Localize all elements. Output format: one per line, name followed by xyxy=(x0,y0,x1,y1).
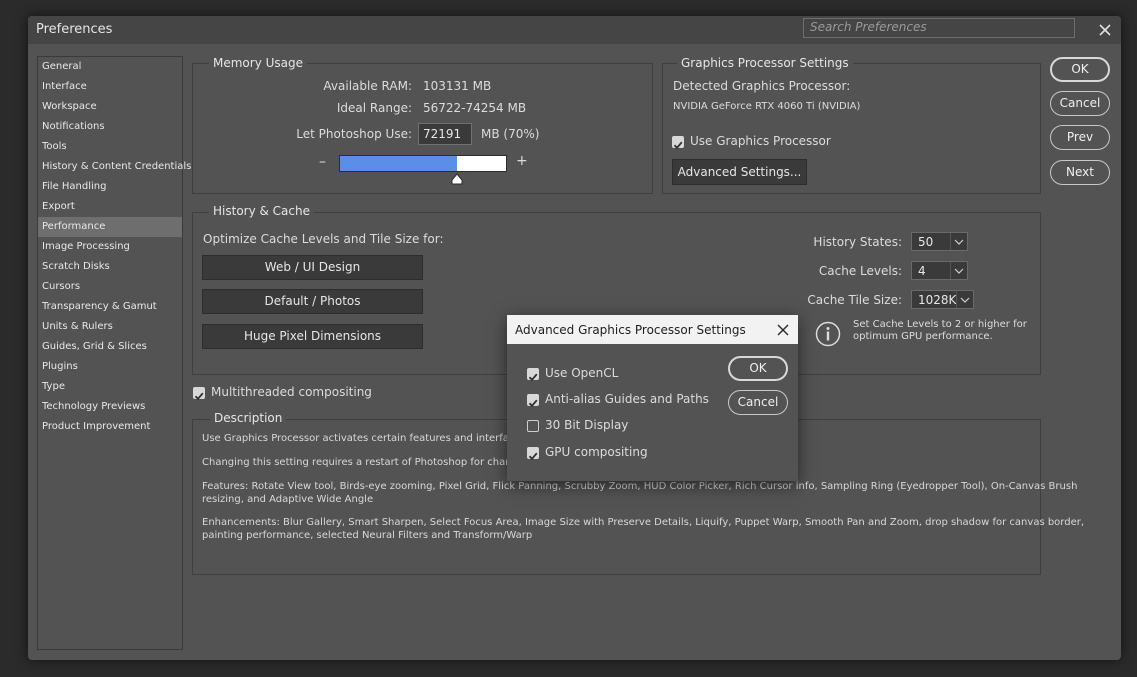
prev-button[interactable]: Prev xyxy=(1050,125,1110,150)
history-states-label: History States: xyxy=(813,235,902,249)
history-cache-legend: History & Cache xyxy=(209,204,314,218)
available-ram-value: 103131 MB xyxy=(423,79,492,93)
sidebar-item-image-processing[interactable]: Image Processing xyxy=(38,237,182,257)
sidebar-item-scratch-disks[interactable]: Scratch Disks xyxy=(38,257,182,277)
cache-levels-value: 4 xyxy=(918,264,926,278)
optimize-label: Optimize Cache Levels and Tile Size for: xyxy=(203,232,444,246)
anti-alias-guides-checkbox[interactable] xyxy=(527,394,539,408)
description-line: painting performance, selected Neural Fi… xyxy=(202,530,533,541)
description-line: resizing, and Adaptive Wide Angle xyxy=(202,494,374,505)
thirty-bit-display-label: 30 Bit Display xyxy=(545,418,629,432)
description-line: Enhancements: Blur Gallery, Smart Sharpe… xyxy=(202,517,1085,528)
multithreaded-compositing-checkbox[interactable] xyxy=(193,387,205,401)
dialog-ok-button[interactable]: OK xyxy=(728,356,788,381)
sidebar-item-notifications[interactable]: Notifications xyxy=(38,117,182,137)
history-states-value: 50 xyxy=(918,235,934,249)
description-line: Use Graphics Processor activates certain… xyxy=(202,433,549,444)
sidebar-item-tools[interactable]: Tools xyxy=(38,137,182,157)
cache-levels-label: Cache Levels: xyxy=(818,264,902,278)
gpu-compositing-label: GPU compositing xyxy=(545,445,648,459)
available-ram-label: Available RAM: xyxy=(323,79,412,93)
sidebar-item-file-handling[interactable]: File Handling xyxy=(38,177,182,197)
decrease-memory-button[interactable]: – xyxy=(319,154,326,170)
memory-use-unit: MB (70%) xyxy=(481,127,540,141)
memory-slider-thumb[interactable] xyxy=(451,173,463,185)
sidebar-item-units-rulers[interactable]: Units & Rulers xyxy=(38,317,182,337)
anti-alias-guides-label: Anti-alias Guides and Paths xyxy=(545,392,709,406)
info-icon xyxy=(815,321,841,347)
history-states-select[interactable]: 50 xyxy=(911,232,968,251)
category-sidebar: General Interface Workspace Notifications To… xyxy=(37,56,191,650)
close-icon xyxy=(777,324,789,336)
use-gpu-checkbox[interactable] xyxy=(672,136,684,150)
use-opencl-checkbox[interactable] xyxy=(527,368,539,382)
detected-gpu-label: Detected Graphics Processor: xyxy=(673,79,851,93)
dialog-title: Advanced Graphics Processor Settings xyxy=(515,323,746,337)
web-ui-design-button[interactable]: Web / UI Design xyxy=(202,255,423,280)
memory-slider-track[interactable] xyxy=(339,155,507,172)
checkmark-icon xyxy=(528,373,538,382)
chevron-down-icon xyxy=(956,291,973,308)
cache-tile-size-value: 1028K xyxy=(918,293,957,307)
memory-usage-legend: Memory Usage xyxy=(209,56,308,70)
thirty-bit-display-checkbox[interactable] xyxy=(527,420,539,432)
let-photoshop-use-label: Let Photoshop Use: xyxy=(296,127,412,141)
checkmark-icon xyxy=(528,452,538,461)
sidebar-item-plugins[interactable]: Plugins xyxy=(38,357,182,377)
description-line: Features: Rotate View tool, Birds-eye zo… xyxy=(202,481,1078,492)
graphics-processor-legend: Graphics Processor Settings xyxy=(677,56,853,70)
sidebar-item-interface[interactable]: Interface xyxy=(38,77,182,97)
chevron-down-icon xyxy=(950,262,967,279)
sidebar-item-transparency-gamut[interactable]: Transparency & Gamut xyxy=(38,297,182,317)
sidebar-item-type[interactable]: Type xyxy=(38,377,182,397)
cache-levels-select[interactable]: 4 xyxy=(911,261,968,280)
sidebar-item-performance[interactable]: Performance xyxy=(38,217,182,237)
gpu-compositing-checkbox[interactable] xyxy=(527,447,539,461)
advanced-gpu-settings-dialog: Advanced Graphics Processor Settings Use… xyxy=(507,315,798,481)
sidebar-item-cursors[interactable]: Cursors xyxy=(38,277,182,297)
info-text-line2: optimum GPU performance. xyxy=(853,331,993,342)
dialog-cancel-button[interactable]: Cancel xyxy=(728,390,788,415)
checkmark-icon xyxy=(194,392,204,401)
increase-memory-button[interactable]: + xyxy=(516,153,528,169)
sidebar-item-export[interactable]: Export xyxy=(38,197,182,217)
huge-pixel-dimensions-button[interactable]: Huge Pixel Dimensions xyxy=(202,324,423,349)
title-bar: Preferences Search Preferences xyxy=(28,16,1121,44)
cache-tile-size-label: Cache Tile Size: xyxy=(807,293,902,307)
next-button[interactable]: Next xyxy=(1050,160,1110,185)
use-opencl-label: Use OpenCL xyxy=(545,366,619,380)
close-icon xyxy=(1099,24,1111,36)
description-legend: Description xyxy=(210,411,287,425)
default-photos-button[interactable]: Default / Photos xyxy=(202,289,423,314)
checkmark-icon xyxy=(528,399,538,408)
detected-gpu-value: NVIDIA GeForce RTX 4060 Ti (NVIDIA) xyxy=(673,101,861,112)
ideal-range-value: 56722-74254 MB xyxy=(423,101,527,115)
chevron-down-icon xyxy=(950,233,967,250)
checkmark-icon xyxy=(673,141,683,150)
sidebar-item-history-content-credentials[interactable]: History & Content Credentials xyxy=(38,157,191,177)
cancel-button[interactable]: Cancel xyxy=(1050,91,1110,116)
sidebar-item-general[interactable]: General xyxy=(38,57,182,77)
sidebar-item-product-improvement[interactable]: Product Improvement xyxy=(38,417,182,437)
window-title: Preferences xyxy=(36,22,113,37)
cache-tile-size-select[interactable]: 1028K xyxy=(911,290,974,309)
close-window-button[interactable] xyxy=(1095,20,1115,40)
dialog-close-button[interactable] xyxy=(773,320,793,340)
use-gpu-label: Use Graphics Processor xyxy=(690,134,831,148)
info-text-line1: Set Cache Levels to 2 or higher for xyxy=(853,319,1027,330)
description-line: Changing this setting requires a restart… xyxy=(202,457,543,468)
sidebar-item-workspace[interactable]: Workspace xyxy=(38,97,182,117)
memory-slider-fill xyxy=(340,156,457,171)
sidebar-item-guides-grid-slices[interactable]: Guides, Grid & Slices xyxy=(38,337,182,357)
memory-use-input[interactable]: 72191 xyxy=(418,123,472,145)
sidebar-item-technology-previews[interactable]: Technology Previews xyxy=(38,397,182,417)
multithreaded-compositing-label: Multithreaded compositing xyxy=(211,385,372,399)
search-preferences-input[interactable]: Search Preferences xyxy=(803,18,1075,38)
ideal-range-label: Ideal Range: xyxy=(336,101,412,115)
advanced-settings-button[interactable]: Advanced Settings... xyxy=(672,159,807,185)
dialog-title-bar: Advanced Graphics Processor Settings xyxy=(507,315,798,344)
ok-button[interactable]: OK xyxy=(1050,57,1110,82)
